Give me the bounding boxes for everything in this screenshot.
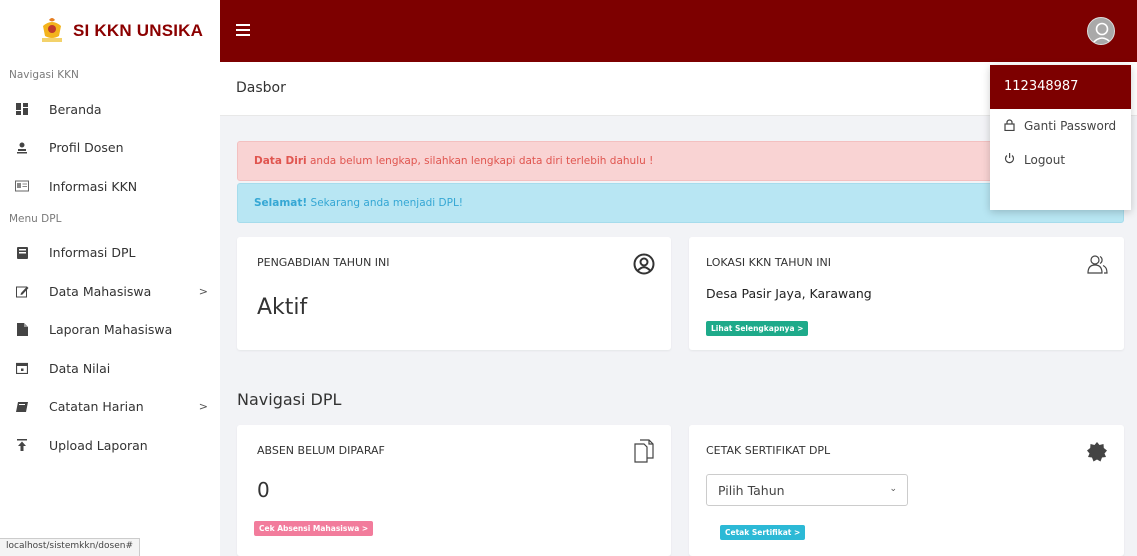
menu-item-label: Logout <box>1024 153 1066 167</box>
card-pengabdian: PENGABDIAN TAHUN INI Aktif <box>237 237 671 350</box>
copy-icon <box>633 439 655 463</box>
alert-text: anda belum lengkap, silahkan lengkapi da… <box>306 155 654 167</box>
sidebar-item-label: Data Nilai <box>49 360 111 376</box>
user-avatar-icon[interactable] <box>1087 17 1115 45</box>
chevron-right-icon: > <box>198 284 208 298</box>
browser-status-url: localhost/sistemkkn/dosen# <box>0 538 140 556</box>
dropdown-username: 112348987 <box>990 65 1131 109</box>
sidebar-item-label: Catatan Harian <box>49 399 144 415</box>
lihat-selengkapnya-button[interactable]: Lihat Selengkapnya > <box>706 321 809 336</box>
user-icon <box>15 141 29 155</box>
user-circle-icon <box>633 253 655 275</box>
sidebar-item-catatan-harian[interactable]: Catatan Harian > <box>0 388 220 427</box>
cek-absensi-button[interactable]: Cek Absensi Mahasiswa > <box>254 521 374 536</box>
card-title: ABSEN BELUM DIPARAF <box>257 444 385 457</box>
sidebar-item-profil-dosen[interactable]: Profil Dosen <box>0 129 220 168</box>
select-value: Pilih Tahun <box>718 483 785 498</box>
file-icon <box>15 323 29 337</box>
lokasi-text: Desa Pasir Jaya, Karawang <box>706 286 872 301</box>
upload-icon <box>15 438 29 452</box>
menu-item-label: Ganti Password <box>1024 119 1117 133</box>
nav-header-kkn: Navigasi KKN <box>9 69 79 81</box>
calendar-icon <box>15 361 29 375</box>
sidebar: SI KKN UNSIKA Navigasi KKN Beranda Profi… <box>0 0 220 556</box>
sidebar-item-label: Laporan Mahasiswa <box>49 322 173 338</box>
alert-strong[interactable]: Data Diri <box>254 155 307 167</box>
cetak-sertifikat-button[interactable]: Cetak Sertifikat > <box>720 525 806 540</box>
card-title: LOKASI KKN TAHUN INI <box>706 256 831 269</box>
page-title: Dasbor <box>236 80 286 96</box>
sidebar-item-laporan-mahasiswa[interactable]: Laporan Mahasiswa <box>0 311 220 350</box>
hamburger-menu-icon[interactable] <box>236 24 250 39</box>
menu-item-ganti-password[interactable]: Ganti Password <box>990 109 1131 143</box>
sidebar-item-label: Upload Laporan <box>49 437 148 453</box>
power-icon <box>1004 153 1018 167</box>
card-title: PENGABDIAN TAHUN INI <box>257 256 390 269</box>
brand[interactable]: SI KKN UNSIKA <box>0 0 220 62</box>
alert-text: Sekarang anda menjadi DPL! <box>307 197 464 209</box>
sidebar-item-label: Informasi KKN <box>49 178 138 194</box>
topbar <box>220 0 1137 62</box>
tahun-select[interactable]: Pilih Tahun ⌄ <box>706 474 908 506</box>
sidebar-item-informasi-dpl[interactable]: Informasi DPL <box>0 234 220 273</box>
alert-strong: Selamat! <box>254 197 308 209</box>
sidebar-item-beranda[interactable]: Beranda <box>0 90 220 129</box>
sidebar-item-data-nilai[interactable]: Data Nilai <box>0 349 220 388</box>
edit-icon <box>15 284 29 298</box>
sidebar-item-data-mahasiswa[interactable]: Data Mahasiswa > <box>0 272 220 311</box>
menu-item-logout[interactable]: Logout <box>990 143 1131 177</box>
notebook-icon <box>15 400 29 414</box>
unsika-logo-icon <box>37 16 67 46</box>
user-dropdown-menu: 112348987 Ganti Password Logout <box>990 65 1131 210</box>
dashboard-icon <box>15 102 29 116</box>
section-title: Navigasi DPL <box>237 390 342 409</box>
sidebar-item-upload-laporan[interactable]: Upload Laporan <box>0 426 220 465</box>
sidebar-item-label: Beranda <box>49 101 102 117</box>
card-title: CETAK SERTIFIKAT DPL <box>706 444 831 457</box>
nav-header-dpl: Menu DPL <box>9 212 62 225</box>
sidebar-item-label: Data Mahasiswa <box>49 283 152 299</box>
badge-certificate-icon <box>1086 441 1108 463</box>
chevron-down-icon: ⌄ <box>889 484 897 494</box>
absen-count: 0 <box>257 478 270 502</box>
brand-name: SI KKN UNSIKA <box>73 21 204 40</box>
sidebar-item-label: Informasi DPL <box>49 245 136 261</box>
card-lokasi: LOKASI KKN TAHUN INI Desa Pasir Jaya, Ka… <box>689 237 1124 350</box>
sidebar-item-label: Profil Dosen <box>49 140 124 156</box>
sidebar-item-informasi-kkn[interactable]: Informasi KKN <box>0 167 220 206</box>
card-absen: ABSEN BELUM DIPARAF 0 Cek Absensi Mahasi… <box>237 425 671 556</box>
book-icon <box>15 246 29 260</box>
lock-icon <box>1004 118 1018 134</box>
chevron-right-icon: > <box>198 400 208 414</box>
pengabdian-status: Aktif <box>257 295 308 320</box>
id-card-icon <box>15 179 29 193</box>
users-icon <box>1086 253 1108 275</box>
